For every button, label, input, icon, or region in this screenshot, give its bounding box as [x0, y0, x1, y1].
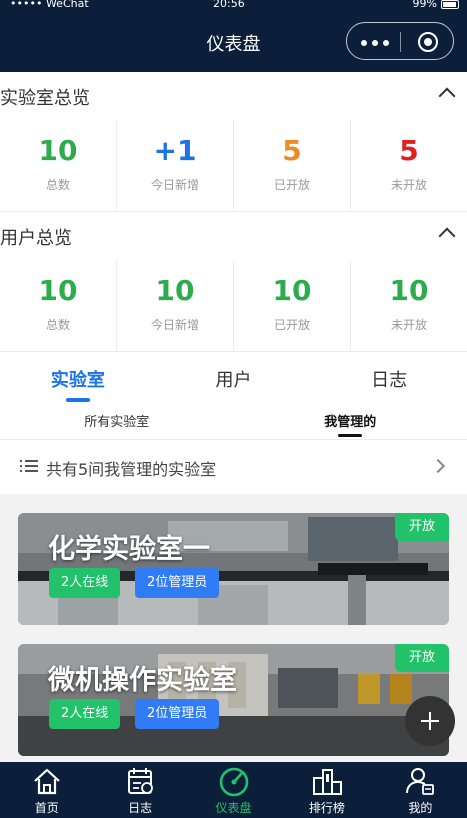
lab-card[interactable]: 微机操作实验室 2人在线 2位管理员 开放	[18, 644, 449, 756]
stat-value: 5	[282, 134, 302, 167]
clock: 20:56	[213, 0, 245, 10]
stat-open: 10 已开放	[234, 260, 351, 351]
managed-labs-summary[interactable]: 共有5间我管理的实验室	[0, 440, 467, 494]
admin-count-badge: 2位管理员	[135, 699, 220, 729]
stat-total: 10 总数	[0, 260, 117, 351]
tab-all-labs[interactable]: 所有实验室	[0, 406, 234, 439]
user-stats: 10 总数 10 今日新增 10 已开放 10 未开放	[0, 260, 467, 352]
stat-value: 10	[272, 274, 312, 307]
battery-level: 99%	[412, 0, 437, 10]
lab-card-list: 化学实验室一 2人在线 2位管理员 开放 微机操作实验室 2人在线 2位管理员	[0, 494, 467, 756]
lab-stats: 10 总数 +1 今日新增 5 已开放 5 未开放	[0, 120, 467, 212]
stat-open: 5 已开放	[234, 120, 351, 211]
tabbar-item-dashboard[interactable]: 仪表盘	[187, 762, 280, 818]
calendar-icon	[128, 768, 154, 794]
tabbar-item-logs[interactable]: 日志	[93, 762, 186, 818]
status-bar: ••••• WeChat 20:56 99%	[0, 0, 467, 14]
tabbar-label: 我的	[408, 801, 433, 815]
online-count-badge: 2人在线	[49, 699, 121, 729]
tab-labs[interactable]: 实验室	[0, 352, 156, 406]
more-icon[interactable]	[361, 40, 389, 46]
tab-logs[interactable]: 日志	[311, 352, 467, 406]
stat-value: 5	[399, 134, 419, 167]
lab-filter-tabs: 所有实验室 我管理的	[0, 406, 467, 440]
status-badge: 开放	[394, 513, 449, 541]
battery-icon	[441, 0, 459, 9]
stat-new-today: 10 今日新增	[117, 260, 234, 351]
stat-value: 10	[389, 274, 429, 307]
status-badge: 开放	[394, 644, 449, 672]
tab-managed-labs[interactable]: 我管理的	[234, 406, 467, 439]
stat-total: 10 总数	[0, 120, 117, 211]
stat-label: 总数	[45, 178, 70, 192]
main-tabs: 实验室 用户 日志	[0, 352, 467, 406]
tabbar-label: 仪表盘	[215, 801, 252, 815]
stat-label: 今日新增	[150, 178, 199, 192]
capsule-divider	[400, 32, 401, 52]
chevron-right-icon[interactable]	[430, 458, 446, 474]
stat-closed: 5 未开放	[351, 120, 467, 211]
user-icon	[406, 768, 435, 795]
tabbar-item-me[interactable]: 我的	[374, 762, 467, 818]
tabbar-item-ranking[interactable]: 排行榜	[280, 762, 373, 818]
stat-label: 未开放	[390, 178, 427, 192]
lab-card[interactable]: 化学实验室一 2人在线 2位管理员 开放	[18, 513, 449, 625]
summary-text: 共有5间我管理的实验室	[46, 460, 217, 479]
section-title: 用户总览	[0, 228, 72, 249]
stat-value: +1	[153, 134, 197, 167]
list-icon	[20, 460, 38, 474]
stat-value: 10	[38, 274, 78, 307]
tabbar-label: 排行榜	[308, 801, 345, 815]
lab-overview-header[interactable]: 实验室总览	[0, 72, 467, 120]
podium-icon	[312, 769, 342, 795]
stat-label: 已开放	[273, 178, 310, 192]
stat-new-today: +1 今日新增	[117, 120, 234, 211]
tab-users[interactable]: 用户	[156, 352, 312, 406]
stat-closed: 10 未开放	[351, 260, 467, 351]
chevron-up-icon[interactable]	[438, 87, 456, 105]
nav-bar: 仪表盘	[0, 14, 467, 72]
stat-label: 总数	[45, 318, 70, 332]
tabbar-label: 日志	[128, 801, 153, 815]
stat-label: 未开放	[390, 318, 427, 332]
tabbar-label: 首页	[34, 801, 59, 815]
add-lab-button[interactable]	[405, 696, 455, 746]
bottom-tab-bar: 首页 日志 仪表盘 排行榜 我的	[0, 762, 467, 818]
chevron-up-icon[interactable]	[438, 227, 456, 245]
close-mini-program-icon[interactable]	[418, 32, 438, 52]
stat-label: 已开放	[273, 318, 310, 332]
stat-label: 今日新增	[150, 318, 199, 332]
home-icon	[33, 768, 60, 795]
tabbar-item-home[interactable]: 首页	[0, 762, 93, 818]
dashboard-content: 实验室总览 10 总数 +1 今日新增 5 已开放 5 未开放 用户总览 10 …	[0, 72, 467, 762]
mini-program-capsule	[346, 22, 454, 60]
admin-count-badge: 2位管理员	[135, 568, 220, 598]
online-count-badge: 2人在线	[49, 568, 121, 598]
user-overview-header[interactable]: 用户总览	[0, 212, 467, 260]
section-title: 实验室总览	[0, 88, 90, 109]
lab-name: 微机操作实验室	[48, 665, 237, 696]
lab-name: 化学实验室一	[48, 534, 210, 565]
stat-value: 10	[38, 134, 78, 167]
gauge-icon	[219, 767, 248, 797]
carrier-label: ••••• WeChat	[10, 0, 89, 10]
stat-value: 10	[155, 274, 195, 307]
